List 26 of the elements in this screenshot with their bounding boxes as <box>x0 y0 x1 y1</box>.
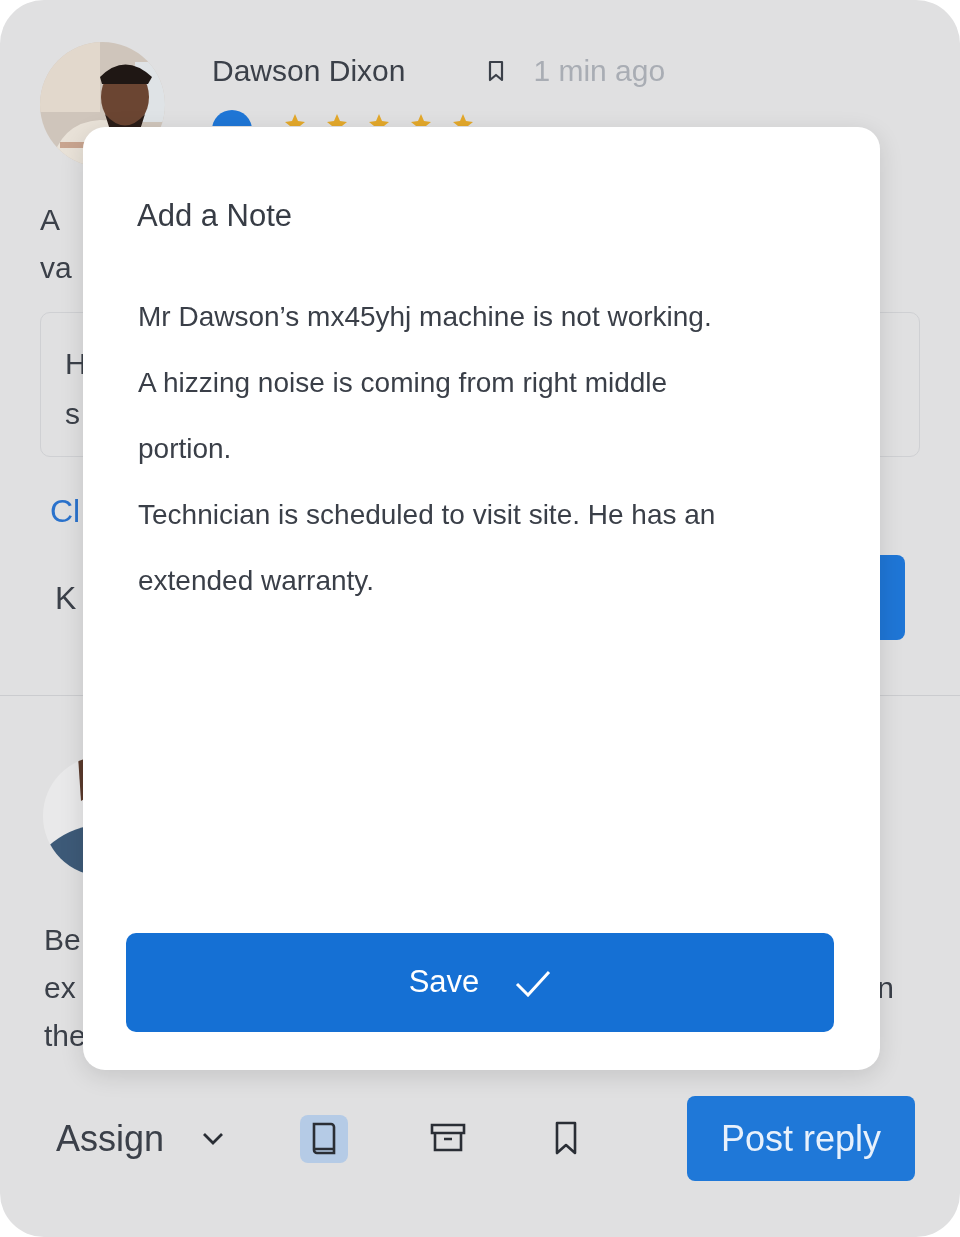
bookmark-icon <box>487 59 506 82</box>
post-reply-button[interactable]: Post reply <box>687 1096 915 1181</box>
book-button[interactable] <box>300 1114 349 1163</box>
message-text: va <box>40 250 72 286</box>
chevron-down-icon <box>202 1131 225 1146</box>
star-icon <box>410 114 432 126</box>
note-text: Mr Dawson’s mx45yhj machine is not working. <box>138 299 713 334</box>
message-text: A <box>40 202 60 238</box>
note-text: A hizzing noise is coming from right middle portion. <box>138 365 669 466</box>
star-icon <box>284 114 306 126</box>
star-icon <box>368 114 390 126</box>
link[interactable]: Cl <box>0 487 81 535</box>
dialog-title: Add a Note <box>137 197 294 235</box>
assign-dropdown[interactable]: Assign <box>56 1111 225 1166</box>
input-text: K <box>54 578 77 618</box>
save-button[interactable]: Save <box>126 933 834 1032</box>
star-icon <box>326 114 348 126</box>
check-icon <box>515 968 552 997</box>
badge-icon <box>212 110 252 126</box>
quote-text: s <box>65 397 80 430</box>
message-text: the <box>44 1018 86 1054</box>
star-icon <box>452 114 474 126</box>
message-text: Be <box>44 922 81 958</box>
author-name: Dawson Dixon <box>212 53 406 89</box>
note-text: Technician is scheduled to visit site. He has an extended warranty. <box>138 497 717 598</box>
message-text: ex <box>44 970 76 1006</box>
